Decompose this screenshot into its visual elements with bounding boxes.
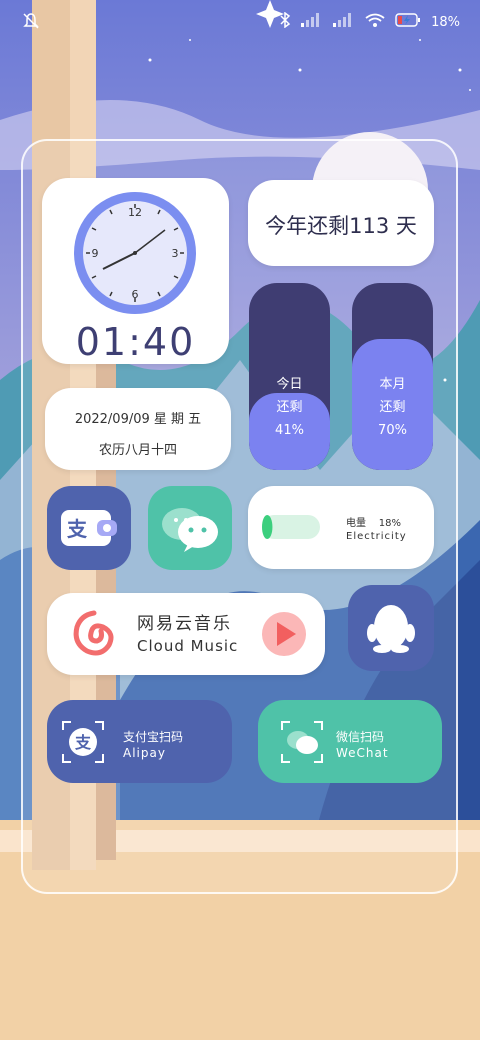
year-remaining-widget[interactable]: 今年还剩113 天 [248,180,434,266]
scan-wechat-icon [281,721,323,763]
play-button-icon[interactable] [261,611,307,657]
alipay-scan-subtitle: Alipay [123,746,166,760]
gregorian-date: 2022/09/09 星 期 五 [74,412,202,427]
analog-clock: 12 3 6 9 [74,192,196,314]
penguin-icon [367,605,415,653]
battery-label: 电量 [346,518,366,529]
svg-text:支: 支 [67,517,88,541]
alipay-scan-button[interactable]: 支 支付宝扫码 Alipay [47,700,232,783]
cloud-music-widget[interactable]: 网易云音乐 Cloud Music [47,593,325,675]
signal-icon [301,13,323,31]
month-percent: 70% [378,423,407,438]
date-widget[interactable]: 2022/09/09 星 期 五 农历八月十四 [45,388,231,470]
wechat-scan-button[interactable]: 微信扫码 WeChat [258,700,442,783]
wechat-icon [162,508,218,552]
svg-text:支: 支 [74,733,92,752]
month-label: 本月 [379,377,406,392]
battery-subtitle: Electricity [346,531,407,542]
today-percent: 41% [275,423,304,438]
music-subtitle: Cloud Music [137,637,239,655]
battery-charging-icon [395,13,421,31]
battery-widget[interactable]: 电量 18% Electricity [248,486,434,569]
year-remaining-text: 今年还剩113 天 [265,214,417,238]
scan-alipay-icon: 支 [62,721,104,763]
today-label: 今日 [276,377,303,392]
alipay-scan-title: 支付宝扫码 [123,730,184,744]
status-bar: 18% [0,0,480,44]
lunar-date: 农历八月十四 [98,443,177,458]
today-progress-widget[interactable]: 今日 还剩 41% [249,283,330,470]
clock-dial-12: 12 [128,206,142,219]
digital-time: 01:40 [75,320,196,364]
alipay-app-icon[interactable]: 支 [47,486,131,570]
today-sub: 还剩 [276,400,303,415]
music-title: 网易云音乐 [137,614,232,634]
clock-dial-6: 6 [132,288,139,301]
battery-percent: 18% [431,14,460,30]
qq-app-icon[interactable] [348,585,434,671]
bluetooth-icon [279,11,291,32]
wechat-scan-title: 微信扫码 [336,730,385,744]
clock-dial-9: 9 [92,247,99,260]
clock-widget[interactable]: 12 3 6 9 01:40 [42,178,229,364]
wallet-icon: 支 [61,510,117,546]
battery-widget-percent: 18% [378,518,401,529]
wifi-icon [365,13,385,31]
battery-level-icon [262,515,320,539]
wechat-scan-subtitle: WeChat [336,746,389,760]
wechat-app-icon[interactable] [148,486,232,570]
mute-bell-icon [22,12,40,34]
month-sub: 还剩 [379,400,406,415]
clock-dial-3: 3 [172,247,179,260]
signal-icon [333,13,355,31]
month-progress-widget[interactable]: 本月 还剩 70% [352,283,433,470]
netease-music-logo-icon [69,609,119,659]
